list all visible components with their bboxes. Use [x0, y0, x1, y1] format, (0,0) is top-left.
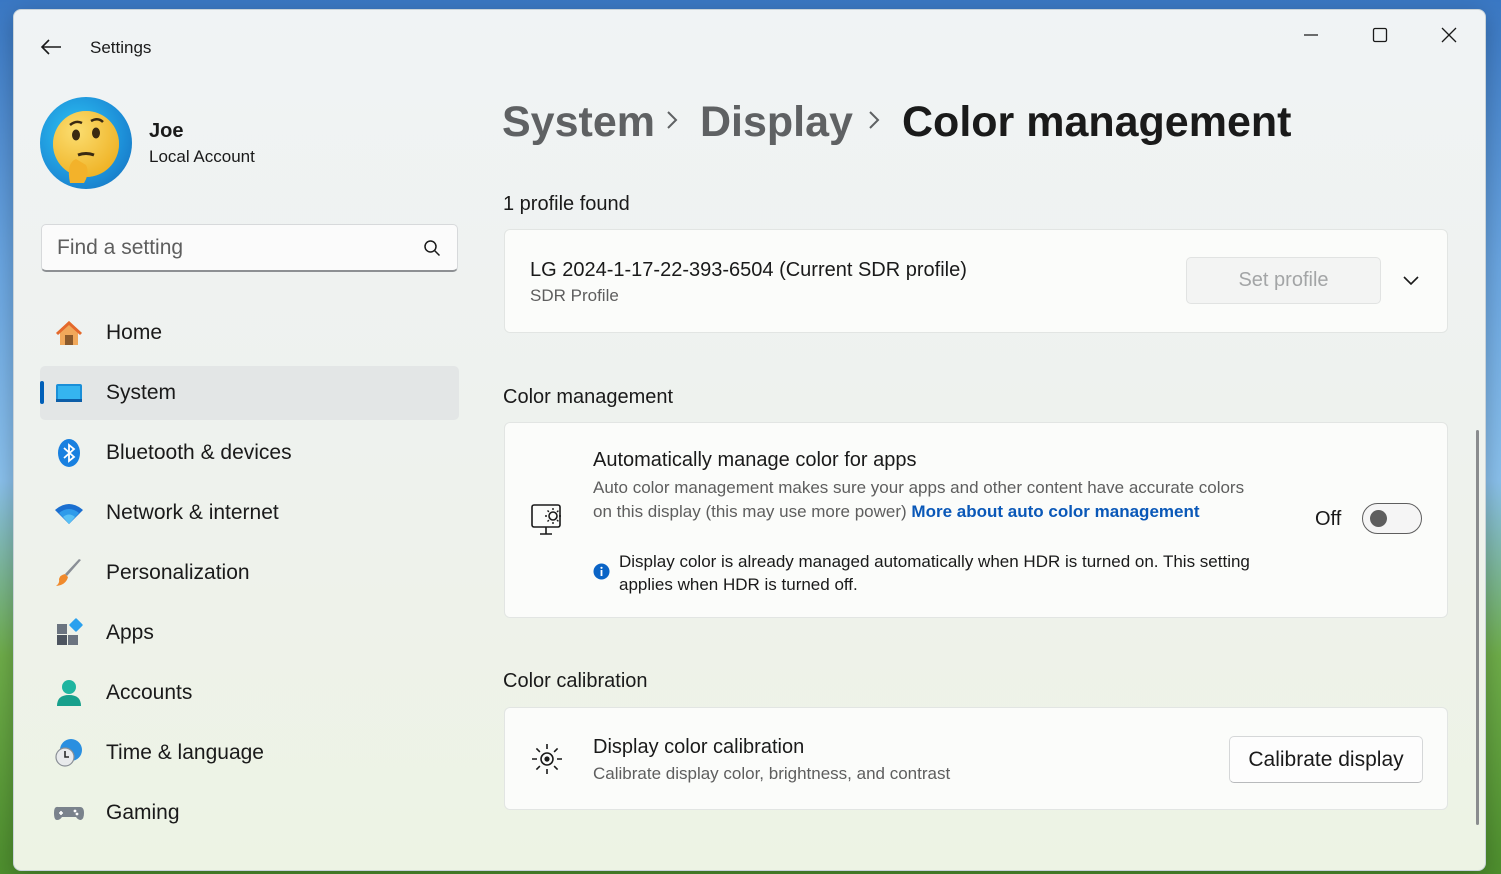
- hdr-info-text: Display color is already managed automat…: [619, 552, 1250, 594]
- sidebar-item-label: Apps: [106, 621, 154, 644]
- profile-card[interactable]: LG 2024-1-17-22-393-6504 (Current SDR pr…: [504, 229, 1448, 333]
- color-management-heading: Color management: [503, 386, 674, 408]
- back-arrow-icon: [40, 39, 61, 55]
- profile-type: SDR Profile: [530, 286, 619, 305]
- set-profile-button[interactable]: Set profile: [1186, 257, 1381, 304]
- search-icon[interactable]: [423, 239, 441, 257]
- sidebar-item-label: Home: [106, 321, 163, 344]
- bluetooth-icon: [58, 439, 80, 467]
- sidebar-item-label: Network & internet: [106, 501, 279, 524]
- page-title: Color management: [902, 98, 1292, 146]
- sidebar-item-label: System: [106, 381, 177, 404]
- system-monitor-icon: [56, 384, 82, 402]
- sidebar-item-personalization[interactable]: Personalization: [40, 546, 459, 600]
- app-title: Settings: [90, 38, 152, 57]
- maximize-button[interactable]: [1357, 20, 1403, 50]
- calibration-title: Display color calibration: [593, 736, 805, 758]
- auto-color-toggle[interactable]: [1362, 503, 1422, 534]
- toggle-knob: [1370, 510, 1387, 527]
- search-box[interactable]: [41, 224, 458, 272]
- sidebar-item-network[interactable]: Network & internet: [40, 486, 459, 540]
- thinking-face-icon: [53, 111, 119, 183]
- minimize-button[interactable]: [1288, 20, 1334, 50]
- sidebar-item-time-language[interactable]: Time & language: [40, 726, 459, 780]
- paintbrush-icon: [56, 559, 81, 586]
- avatar[interactable]: [40, 97, 132, 189]
- info-icon: [593, 563, 610, 580]
- calibration-desc: Calibrate display color, brightness, and…: [593, 764, 951, 783]
- sidebar-item-label: Accounts: [106, 681, 193, 704]
- profiles-count: 1 profile found: [503, 193, 630, 215]
- back-button[interactable]: [36, 34, 66, 60]
- auto-color-card: Automatically manage color for apps Auto…: [504, 422, 1448, 618]
- minimize-icon: [1304, 34, 1318, 36]
- sidebar-item-label: Personalization: [106, 561, 250, 584]
- sidebar-item-label: Time & language: [106, 741, 264, 764]
- sidebar-item-home[interactable]: Home: [40, 306, 459, 360]
- sidebar-item-label: Gaming: [106, 801, 180, 824]
- chevron-down-icon[interactable]: [1402, 273, 1420, 287]
- calibration-card: Display color calibration Calibrate disp…: [504, 707, 1448, 810]
- sidebar-item-system[interactable]: System: [40, 366, 459, 420]
- accounts-icon: [57, 680, 81, 706]
- profile-name: LG 2024-1-17-22-393-6504 (Current SDR pr…: [530, 259, 967, 281]
- auto-color-title: Automatically manage color for apps: [593, 449, 917, 471]
- user-name: Joe: [149, 120, 184, 142]
- sidebar-item-label: Bluetooth & devices: [106, 441, 292, 464]
- home-icon: [56, 321, 82, 345]
- chevron-right-icon: [667, 111, 678, 129]
- sidebar-item-gaming[interactable]: Gaming: [40, 786, 459, 840]
- search-input[interactable]: [57, 235, 417, 261]
- scrollbar[interactable]: [1476, 430, 1479, 825]
- chevron-right-icon: [869, 111, 880, 129]
- sidebar-item-bluetooth[interactable]: Bluetooth & devices: [40, 426, 459, 480]
- close-button[interactable]: [1426, 20, 1472, 50]
- apps-icon: [57, 618, 83, 645]
- maximize-icon: [1372, 27, 1388, 43]
- color-calibration-heading: Color calibration: [503, 670, 648, 692]
- gamepad-icon: [54, 806, 84, 820]
- sidebar-item-apps[interactable]: Apps: [40, 606, 459, 660]
- sidebar-item-accounts[interactable]: Accounts: [40, 666, 459, 720]
- monitor-color-icon: [531, 504, 561, 535]
- breadcrumb-system[interactable]: System: [502, 98, 655, 147]
- brightness-icon: [532, 744, 562, 774]
- sidebar-nav: Home System Bluetooth & devices Network …: [40, 306, 459, 846]
- account-type: Local Account: [149, 147, 255, 166]
- auto-color-description: Auto color management makes sure your ap…: [593, 476, 1253, 524]
- time-language-icon: [55, 739, 82, 767]
- breadcrumb-display[interactable]: Display: [700, 98, 853, 147]
- more-about-auto-color-link[interactable]: More about auto color management: [911, 502, 1199, 521]
- close-icon: [1441, 27, 1457, 43]
- calibrate-display-button[interactable]: Calibrate display: [1229, 736, 1423, 783]
- toggle-state-label: Off: [1315, 508, 1342, 530]
- settings-window: Settings Joe Local Account Home: [13, 9, 1486, 871]
- wifi-icon: [55, 504, 83, 524]
